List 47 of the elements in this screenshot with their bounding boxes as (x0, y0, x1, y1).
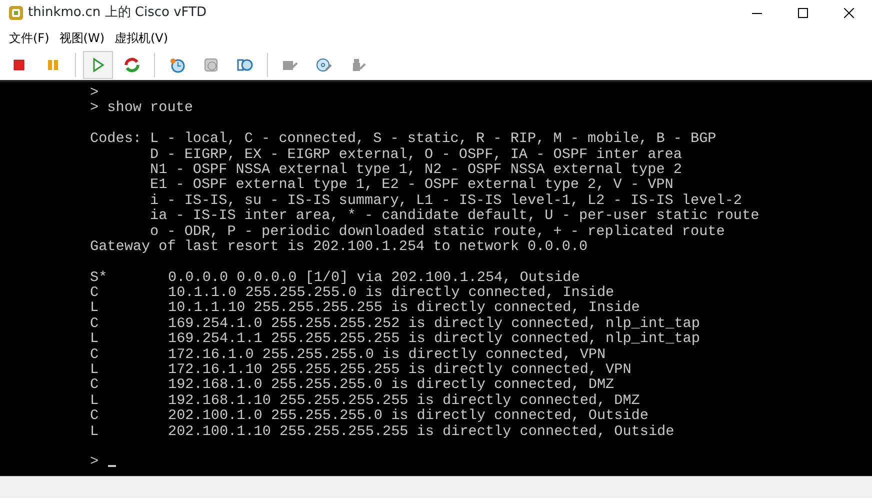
route-entry: 192.168.1.0 255.255.255.0 is directly connected, DMZ (168, 377, 614, 394)
console-line: > show route (90, 100, 193, 116)
route-entry: 169.254.1.1 255.255.255.255 is directly connected, nlp_int_tap (168, 331, 700, 348)
route-code: L (90, 424, 100, 440)
route-entry: 172.16.1.10 255.255.255.255 is directly connected, VPN (168, 362, 632, 378)
route-entry: 10.1.1.10 255.255.255.255 is directly connected, Inside (168, 300, 640, 316)
console-line: L - local, C - connected, S - static, R - RIP, M - mobile, B - BGP (150, 131, 716, 148)
route-code: L (90, 301, 100, 317)
stop-icon (11, 57, 27, 73)
refresh-icon (124, 57, 140, 73)
route-code: C (90, 409, 100, 425)
app-icon (8, 5, 24, 21)
maximize-icon (798, 8, 808, 18)
route-code: C (90, 316, 100, 332)
prompt: > (90, 454, 99, 470)
route-code: L (90, 363, 100, 378)
route-code: C (90, 348, 100, 364)
pause-icon (45, 57, 61, 73)
route-code: S* (90, 270, 108, 286)
console-line: D - EIGRP, EX - EIGRP external, O - OSPF, IA - OSPF inter area (150, 146, 682, 163)
close-icon (844, 8, 854, 18)
route-code: L (90, 332, 100, 348)
window-title: thinkmo.cn 上的 Cisco vFTD (28, 4, 206, 22)
menu-item[interactable]: 虚拟机(V) (110, 27, 174, 49)
console-line: N1 - OSPF NSSA external type 1, N2 - OSPF NSSA external type 2 (150, 162, 682, 178)
console-line: ia - IS-IS inter area, * - candidate default, U - per-user static route (150, 208, 760, 224)
route-entry: 192.168.1.10 255.255.255.255 is directly connected, DMZ (168, 392, 640, 409)
route-entry: 169.254.1.0 255.255.255.252 is directly connected, nlp_int_tap (168, 316, 700, 332)
route-entry: 10.1.1.0 255.255.255.0 is directly connected, Inside (168, 285, 614, 302)
console-line: E1 - OSPF external type 1, E2 - OSPF external type 2, V - VPN (150, 177, 674, 194)
toolbar-button[interactable] (83, 51, 113, 79)
route-code: L (90, 394, 100, 410)
route-entry: 202.100.1.0 255.255.255.0 is directly connected, Outside (168, 408, 648, 424)
codes-label: Codes: (90, 132, 142, 148)
cursor (108, 465, 116, 468)
route-entry: 172.16.1.0 255.255.255.0 is directly connected, VPN (168, 346, 606, 363)
console-line: Gateway of last resort is 202.100.1.254 to network 0.0.0.0 (90, 238, 588, 255)
menu-item[interactable]: 文件(F) (4, 27, 54, 49)
menu-item[interactable]: 视图(W) (54, 27, 110, 49)
disc-icon (316, 57, 332, 73)
console-line: > (90, 85, 99, 101)
route-code: C (90, 286, 100, 302)
route-entry: 0.0.0.0 0.0.0.0 [1/0] via 202.100.1.254, Outside (168, 270, 580, 286)
console-line: o - ODR, P - periodic downloaded static route, + - replicated route (150, 224, 725, 240)
route-entry: 202.100.1.10 255.255.255.255 is directly connected, Outside (168, 424, 674, 440)
console-line: i - IS-IS, su - IS-IS summary, L1 - IS-IS level-1, L2 - IS-IS level-2 (150, 192, 742, 209)
route-code: C (90, 378, 100, 394)
